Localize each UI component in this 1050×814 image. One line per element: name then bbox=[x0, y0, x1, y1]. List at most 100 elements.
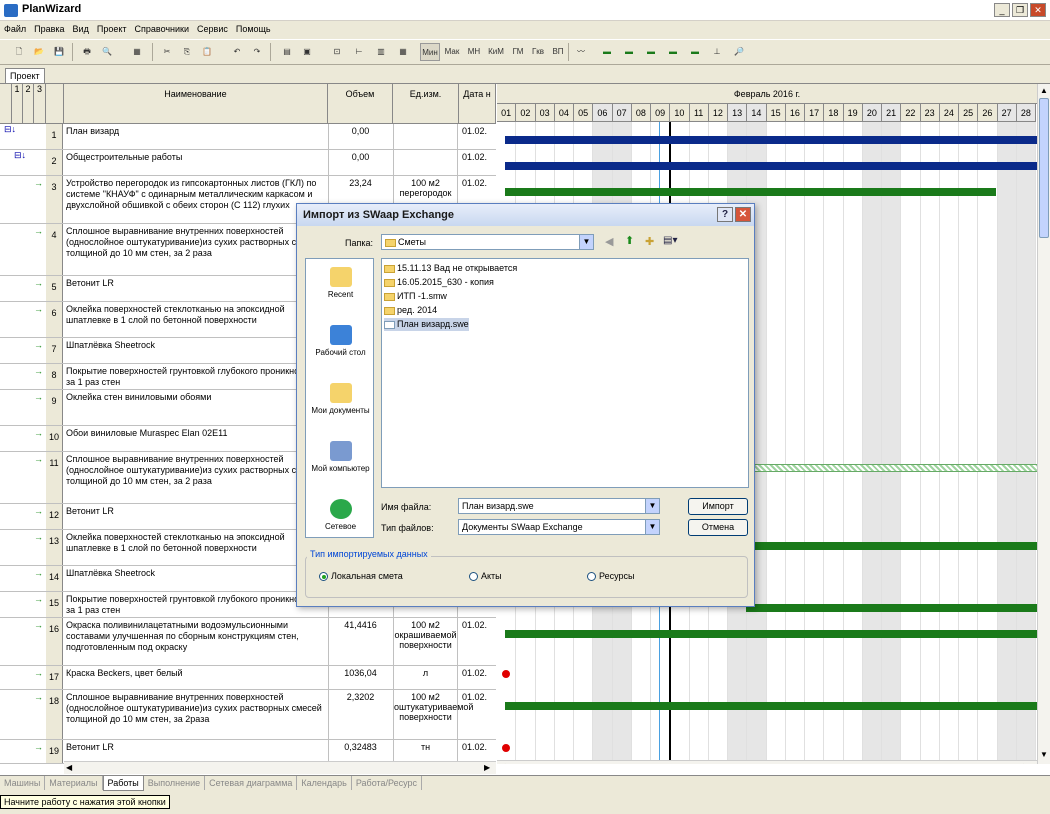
table-row[interactable]: 17 Краска Beckers, цвет белый 1036,04 л 01.0… bbox=[0, 666, 496, 690]
progress-100-icon[interactable]: ▬ bbox=[686, 43, 704, 61]
tree-view-icon[interactable]: ⊢ bbox=[350, 43, 368, 61]
filter-icon[interactable]: ⊡ bbox=[328, 43, 346, 61]
tree-expander-icon[interactable]: ⊟↓ bbox=[14, 150, 26, 161]
bottom-tab[interactable]: Сетевая диаграмма bbox=[205, 776, 298, 790]
cancel-button[interactable]: Отмена bbox=[688, 519, 748, 536]
toolbar-gm-button[interactable]: ГМ bbox=[508, 43, 528, 61]
bottom-tab[interactable]: Выполнение bbox=[144, 776, 206, 790]
properties-icon[interactable]: ▣ bbox=[298, 43, 316, 61]
print-preview-icon[interactable]: 🔍 bbox=[98, 43, 116, 61]
toolbar-max-button[interactable]: Мак bbox=[442, 43, 462, 61]
col-header-unit[interactable]: Ед.изм. bbox=[393, 84, 459, 124]
up-folder-icon[interactable]: ⬆ bbox=[625, 234, 634, 247]
col-header-name[interactable]: Наименование bbox=[64, 84, 328, 124]
print-icon[interactable]: 🖶 bbox=[78, 43, 96, 61]
place-my-computer[interactable]: Мой компьютер bbox=[306, 441, 375, 473]
place-network[interactable]: Сетевое bbox=[306, 499, 375, 531]
bottom-tab[interactable]: Работа/Ресурс bbox=[352, 776, 423, 790]
folder-item[interactable]: 15.11.13 Вад не открывается bbox=[384, 262, 517, 275]
filetype-select[interactable]: Документы SWaap Exchange ▼ bbox=[458, 519, 660, 535]
gantt-task-bar[interactable] bbox=[745, 464, 1037, 472]
table-row[interactable]: 16 Окраска поливинилацетатными водоэмульс… bbox=[0, 618, 496, 666]
zoom-icon[interactable]: 🔎 bbox=[730, 43, 748, 61]
scroll-left-icon[interactable]: ◀ bbox=[66, 763, 72, 772]
tab-project[interactable]: Проект bbox=[5, 68, 45, 83]
gantt-hscrollbar[interactable]: ◀ ▶ bbox=[497, 760, 1037, 764]
menu-help[interactable]: Помощь bbox=[232, 21, 275, 39]
insert-row-icon[interactable]: ▤ bbox=[278, 43, 296, 61]
radio-resources[interactable]: Ресурсы bbox=[587, 571, 635, 582]
new-folder-icon[interactable]: ✚ bbox=[645, 235, 654, 248]
progress-75-icon[interactable]: ▬ bbox=[664, 43, 682, 61]
tree-expander-icon[interactable]: ⊟↓ bbox=[4, 124, 16, 135]
back-icon[interactable]: ◀ bbox=[605, 235, 613, 248]
filename-chevron-icon[interactable]: ▼ bbox=[645, 499, 659, 513]
progress-25-icon[interactable]: ▬ bbox=[620, 43, 638, 61]
gantt-task-bar[interactable] bbox=[505, 630, 1037, 638]
col-header-date[interactable]: Дата н bbox=[459, 84, 496, 124]
toolbar-min-button[interactable]: Мин bbox=[420, 43, 440, 61]
save-icon[interactable]: 💾 bbox=[50, 43, 68, 61]
maximize-button[interactable]: ❐ bbox=[1012, 3, 1028, 17]
scroll-down-icon[interactable]: ▼ bbox=[1040, 750, 1048, 759]
gantt-summary-bar[interactable] bbox=[505, 136, 1037, 144]
form-view-icon[interactable]: ▦ bbox=[394, 43, 412, 61]
progress-50-icon[interactable]: ▬ bbox=[642, 43, 660, 61]
export-icon[interactable]: ▦ bbox=[128, 43, 146, 61]
level-header-1[interactable]: 1 bbox=[12, 84, 23, 124]
gantt-task-bar[interactable] bbox=[745, 542, 1037, 550]
bottom-tab[interactable]: Календарь bbox=[297, 776, 352, 790]
gantt-scroll-left-icon[interactable]: ◀ bbox=[499, 762, 505, 764]
file-item[interactable]: План визард.swe bbox=[384, 318, 469, 331]
redo-icon[interactable]: ↷ bbox=[248, 43, 266, 61]
menu-references[interactable]: Справочники bbox=[131, 21, 194, 39]
menu-service[interactable]: Сервис bbox=[193, 21, 232, 39]
gantt-task-bar[interactable] bbox=[505, 188, 996, 196]
scroll-right-icon[interactable]: ▶ bbox=[484, 763, 490, 772]
new-file-icon[interactable]: 🗋 bbox=[10, 43, 28, 61]
filename-input[interactable]: План визард.swe ▼ bbox=[458, 498, 660, 514]
folder-item[interactable]: 16.05.2015_630 - копия bbox=[384, 276, 494, 289]
folder-item[interactable]: ИТП -1.smw bbox=[384, 290, 447, 303]
radio-acts[interactable]: Акты bbox=[469, 571, 502, 582]
gantt-milestone[interactable] bbox=[502, 744, 510, 752]
toolbar-vp-button[interactable]: ВП bbox=[548, 43, 568, 61]
open-folder-icon[interactable]: 📂 bbox=[30, 43, 48, 61]
gantt-task-bar[interactable] bbox=[505, 702, 1037, 710]
import-button[interactable]: Импорт bbox=[688, 498, 748, 515]
place-desktop[interactable]: Рабочий стол bbox=[306, 325, 375, 357]
menu-view[interactable]: Вид bbox=[69, 21, 93, 39]
place-recent[interactable]: Recent bbox=[306, 267, 375, 299]
radio-local-estimate[interactable]: Локальная смета bbox=[319, 571, 403, 582]
filetype-chevron-icon[interactable]: ▼ bbox=[645, 520, 659, 534]
minimize-button[interactable]: _ bbox=[994, 3, 1010, 17]
paste-icon[interactable]: 📋 bbox=[198, 43, 216, 61]
progress-0-icon[interactable]: ▬ bbox=[598, 43, 616, 61]
cut-icon[interactable]: ✂ bbox=[158, 43, 176, 61]
place-my-documents[interactable]: Мои документы bbox=[306, 383, 375, 415]
table-row[interactable]: 2 Общестроительные работы 0,00 01.02. ⊟↓ bbox=[0, 150, 496, 176]
gantt-summary-bar[interactable] bbox=[505, 162, 1037, 170]
gantt-vscrollbar[interactable]: ▲ ▼ bbox=[1037, 84, 1050, 764]
view-menu-icon[interactable]: ▤▾ bbox=[663, 235, 677, 246]
menu-edit[interactable]: Правка bbox=[30, 21, 68, 39]
gantt-task-bar[interactable] bbox=[745, 604, 1037, 612]
table-view-icon[interactable]: ▥ bbox=[372, 43, 390, 61]
bottom-tab[interactable]: Машины bbox=[0, 776, 46, 790]
scroll-up-icon[interactable]: ▲ bbox=[1040, 86, 1048, 95]
chart-icon[interactable]: 〰 bbox=[572, 43, 590, 61]
bottom-tab[interactable]: Материалы bbox=[45, 776, 103, 790]
bottom-tab[interactable]: Работы bbox=[102, 776, 144, 791]
link-icon[interactable]: ⊥ bbox=[708, 43, 726, 61]
toolbar-mn-button[interactable]: МН bbox=[464, 43, 484, 61]
table-hscrollbar[interactable]: ◀ ▶ bbox=[64, 761, 496, 774]
scroll-thumb[interactable] bbox=[1039, 98, 1049, 238]
table-row[interactable]: 1 План визард 0,00 01.02. ⊟↓ bbox=[0, 124, 496, 150]
toolbar-kim-button[interactable]: КиМ bbox=[486, 43, 506, 61]
menu-project[interactable]: Проект bbox=[93, 21, 131, 39]
table-row[interactable]: 18 Сплошное выравнивание внутренних повер… bbox=[0, 690, 496, 740]
folder-item[interactable]: ред. 2014 bbox=[384, 304, 437, 317]
folder-select[interactable]: Сметы ▼ bbox=[381, 234, 594, 250]
toolbar-gkv-button[interactable]: Гкв bbox=[528, 43, 548, 61]
level-header-3[interactable]: 3 bbox=[34, 84, 46, 124]
